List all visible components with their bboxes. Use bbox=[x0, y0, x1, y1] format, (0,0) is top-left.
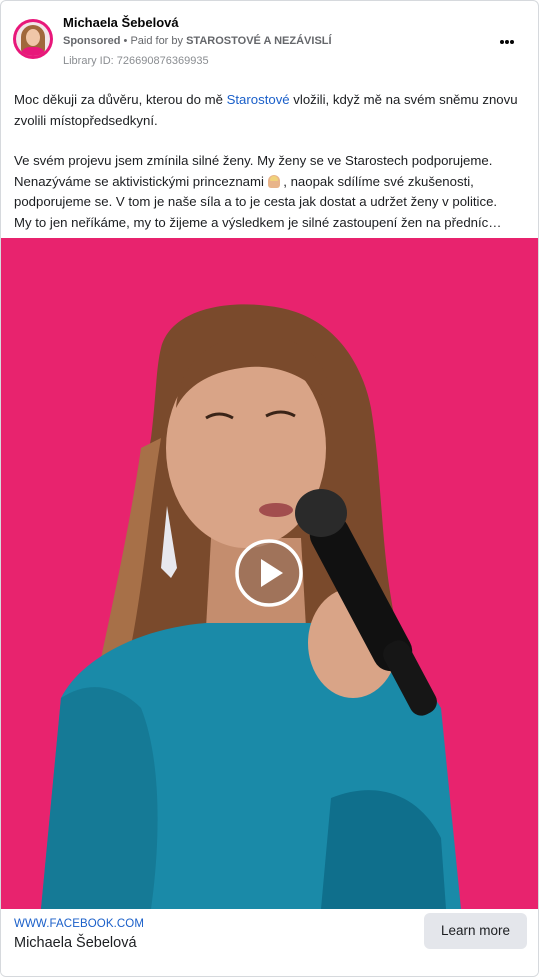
ad-header: Michaela Šebelová Sponsored • Paid for b… bbox=[1, 1, 538, 81]
avatar-photo bbox=[16, 22, 50, 56]
funder-name: STAROSTOVÉ A NEZÁVISLÍ bbox=[186, 35, 332, 47]
sponsor-line: Sponsored • Paid for by STAROSTOVÉ A NEZ… bbox=[63, 35, 332, 47]
sponsored-label: Sponsored bbox=[63, 35, 121, 47]
ad-video[interactable] bbox=[1, 238, 538, 909]
starostove-link[interactable]: Starostové bbox=[227, 92, 290, 107]
post-paragraph-3: My to jen neříkáme, my to žijeme a výsle… bbox=[14, 214, 502, 230]
ad-card: Michaela Šebelová Sponsored • Paid for b… bbox=[0, 0, 539, 977]
page-avatar[interactable] bbox=[13, 19, 53, 59]
link-url[interactable]: WWW.FACEBOOK.COM bbox=[14, 918, 144, 930]
learn-more-button[interactable]: Learn more bbox=[424, 913, 527, 949]
play-button[interactable] bbox=[235, 539, 303, 607]
post-paragraph-2: Ve svém projevu jsem zmínila silné ženy.… bbox=[14, 153, 498, 209]
ad-body-text: Moc děkuji za důvěru, kterou do mě Staro… bbox=[14, 90, 526, 233]
post-paragraph-1: Moc děkuji za důvěru, kterou do mě Staro… bbox=[14, 92, 518, 128]
page-name[interactable]: Michaela Šebelová bbox=[63, 15, 179, 30]
paid-for-label: Paid for by bbox=[130, 35, 184, 47]
woman-gesturing-no-emoji-icon bbox=[267, 174, 280, 188]
play-icon bbox=[235, 539, 303, 607]
ad-footer[interactable]: WWW.FACEBOOK.COM Michaela Šebelová Learn… bbox=[1, 909, 538, 976]
more-options-button[interactable] bbox=[492, 31, 522, 53]
link-title[interactable]: Michaela Šebelová bbox=[14, 935, 137, 951]
library-id: Library ID: 726690876369935 bbox=[63, 55, 209, 67]
